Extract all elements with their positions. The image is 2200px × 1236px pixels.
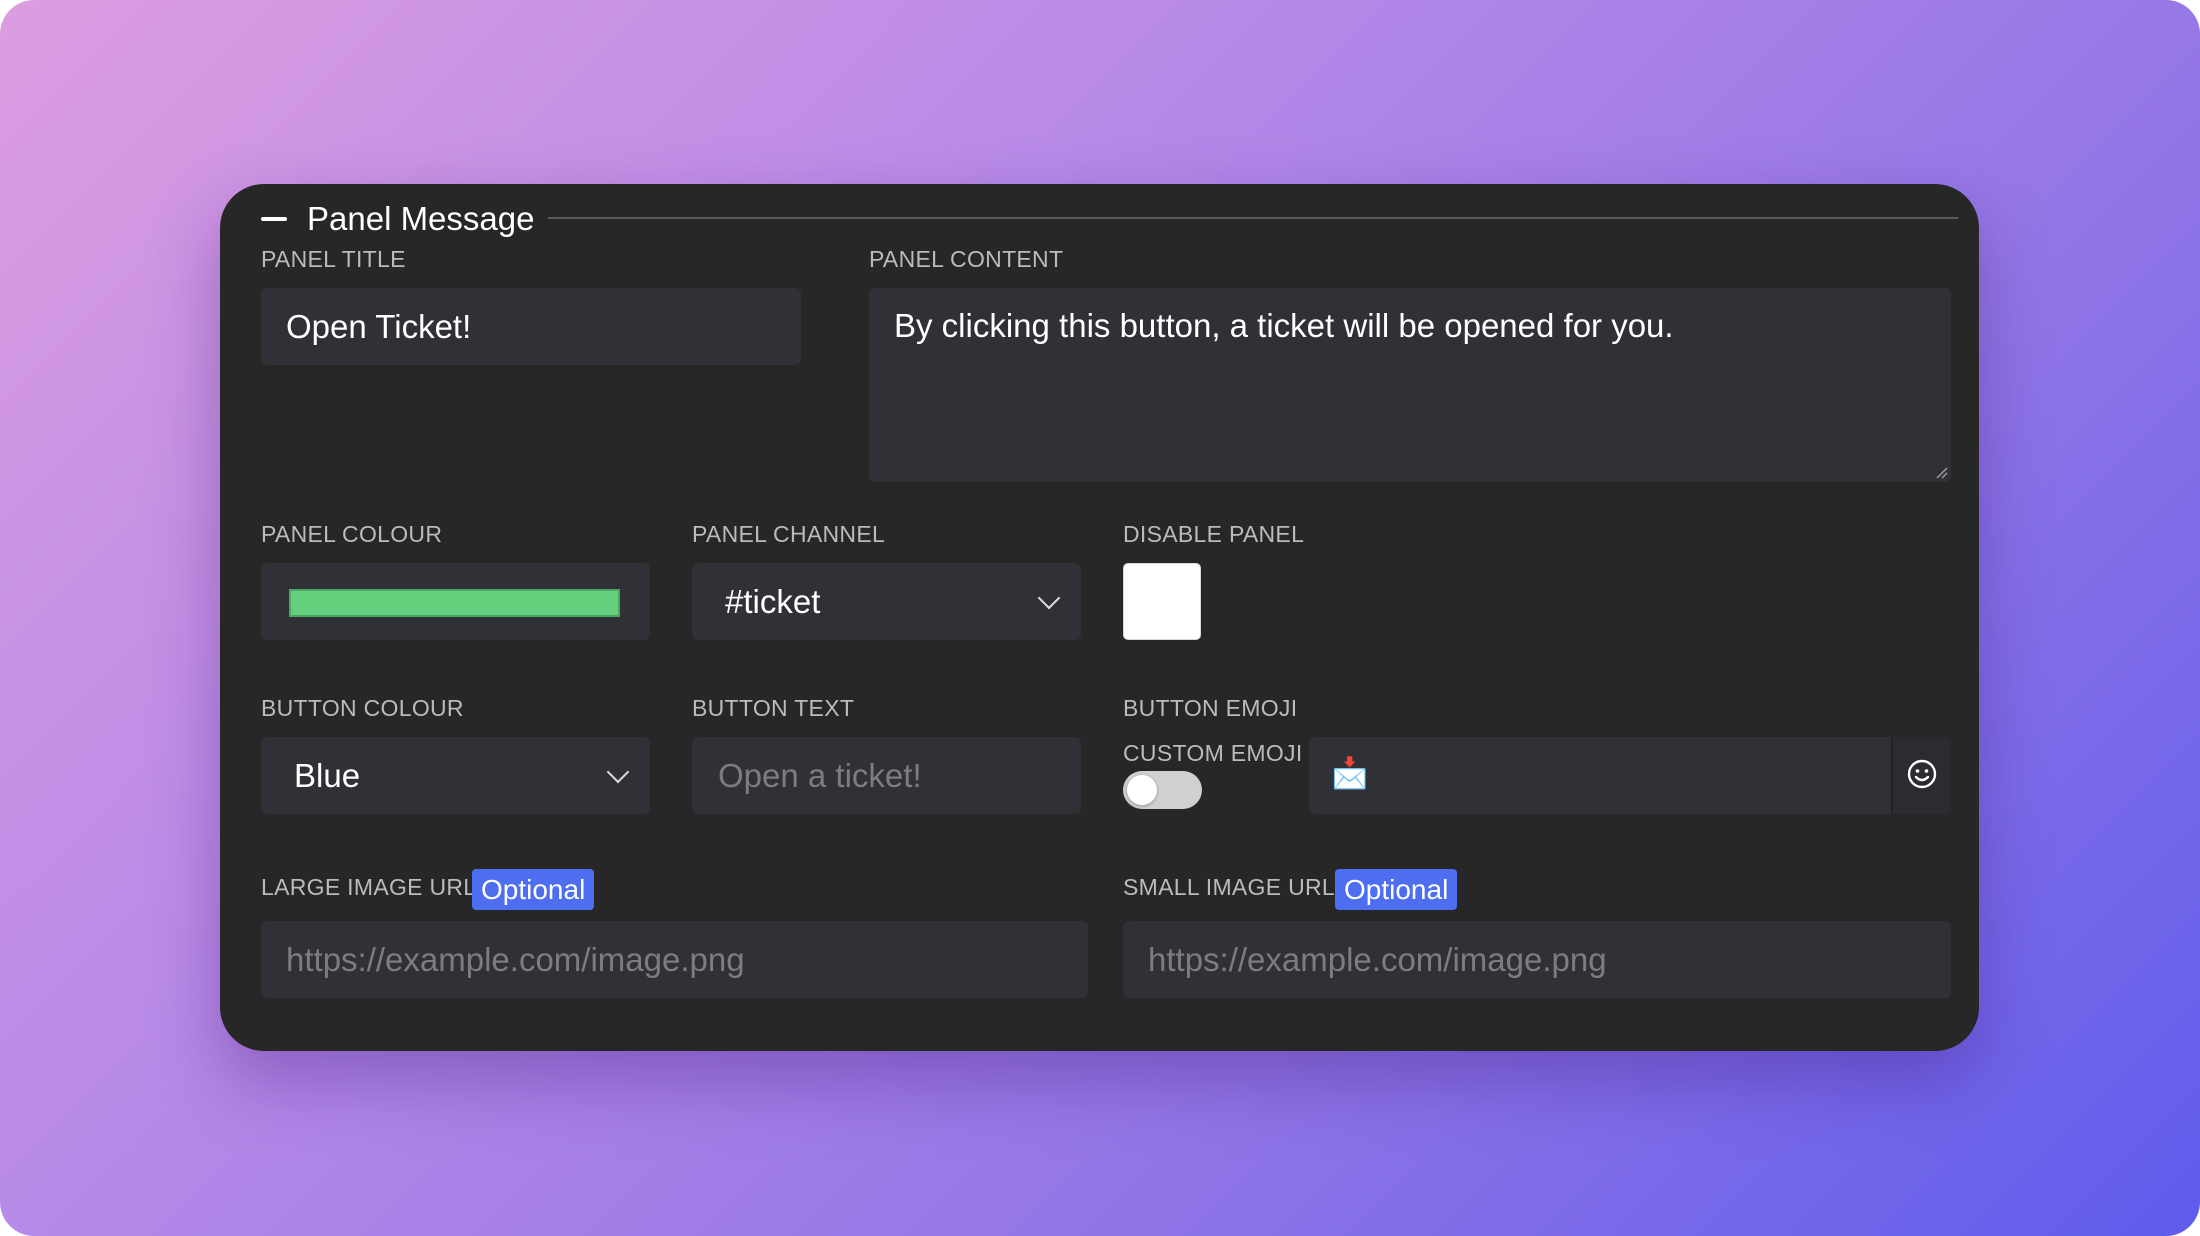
- small-image-url-input[interactable]: https://example.com/image.png: [1123, 921, 1951, 998]
- button-emoji-input[interactable]: 📩: [1309, 737, 1951, 814]
- small-image-url-label: SMALL IMAGE URL: [1123, 874, 1335, 900]
- disable-panel-checkbox[interactable]: [1123, 563, 1201, 640]
- large-image-url-input[interactable]: https://example.com/image.png: [261, 921, 1088, 998]
- panel-channel-value: #ticket: [725, 583, 821, 620]
- colour-swatch: [289, 589, 620, 617]
- button-colour-label: BUTTON COLOUR: [261, 695, 464, 721]
- toggle-knob: [1127, 775, 1157, 805]
- panel-content-label: PANEL CONTENT: [869, 246, 1064, 272]
- resize-handle-icon[interactable]: [1934, 465, 1948, 479]
- panel-channel-label: PANEL CHANNEL: [692, 521, 886, 547]
- envelope-arrow-emoji: 📩: [1331, 757, 1369, 790]
- section-title: Panel Message: [307, 200, 535, 237]
- button-text-input[interactable]: Open a ticket!: [692, 737, 1081, 814]
- panel-title-value: Open Ticket!: [286, 308, 472, 345]
- button-text-placeholder: Open a ticket!: [718, 757, 922, 794]
- panel-title-label: PANEL TITLE: [261, 246, 406, 272]
- small-image-url-placeholder: https://example.com/image.png: [1148, 941, 1607, 978]
- emoji-picker-button[interactable]: [1891, 737, 1951, 814]
- chevron-down-icon: [1037, 586, 1061, 610]
- button-text-label: BUTTON TEXT: [692, 695, 855, 721]
- optional-badge: Optional: [1335, 869, 1458, 910]
- panel-colour-label: PANEL COLOUR: [261, 521, 443, 547]
- smiley-icon: [1907, 759, 1937, 789]
- panel-message-card: Panel Message PANEL TITLE Open Ticket! P…: [220, 184, 1979, 1051]
- panel-content-value: By clicking this button, a ticket will b…: [894, 307, 1674, 344]
- button-colour-select[interactable]: Blue: [261, 737, 650, 814]
- panel-channel-select[interactable]: #ticket: [692, 563, 1081, 640]
- large-image-url-placeholder: https://example.com/image.png: [286, 941, 745, 978]
- panel-content-textarea[interactable]: By clicking this button, a ticket will b…: [869, 288, 1951, 482]
- custom-emoji-label: CUSTOM EMOJI: [1123, 740, 1303, 766]
- panel-colour-picker[interactable]: [261, 563, 650, 640]
- optional-badge: Optional: [472, 869, 595, 910]
- chevron-down-icon: [606, 760, 630, 784]
- disable-panel-label: DISABLE PANEL: [1123, 521, 1305, 547]
- panel-title-input[interactable]: Open Ticket!: [261, 288, 801, 365]
- button-colour-value: Blue: [294, 757, 361, 794]
- large-image-url-label: LARGE IMAGE URL: [261, 874, 477, 900]
- section-divider: [548, 217, 1958, 219]
- collapse-dash-icon[interactable]: [261, 217, 287, 221]
- custom-emoji-toggle[interactable]: [1123, 771, 1202, 809]
- button-emoji-label: BUTTON EMOJI: [1123, 695, 1298, 721]
- page-background: Panel Message PANEL TITLE Open Ticket! P…: [0, 0, 2200, 1236]
